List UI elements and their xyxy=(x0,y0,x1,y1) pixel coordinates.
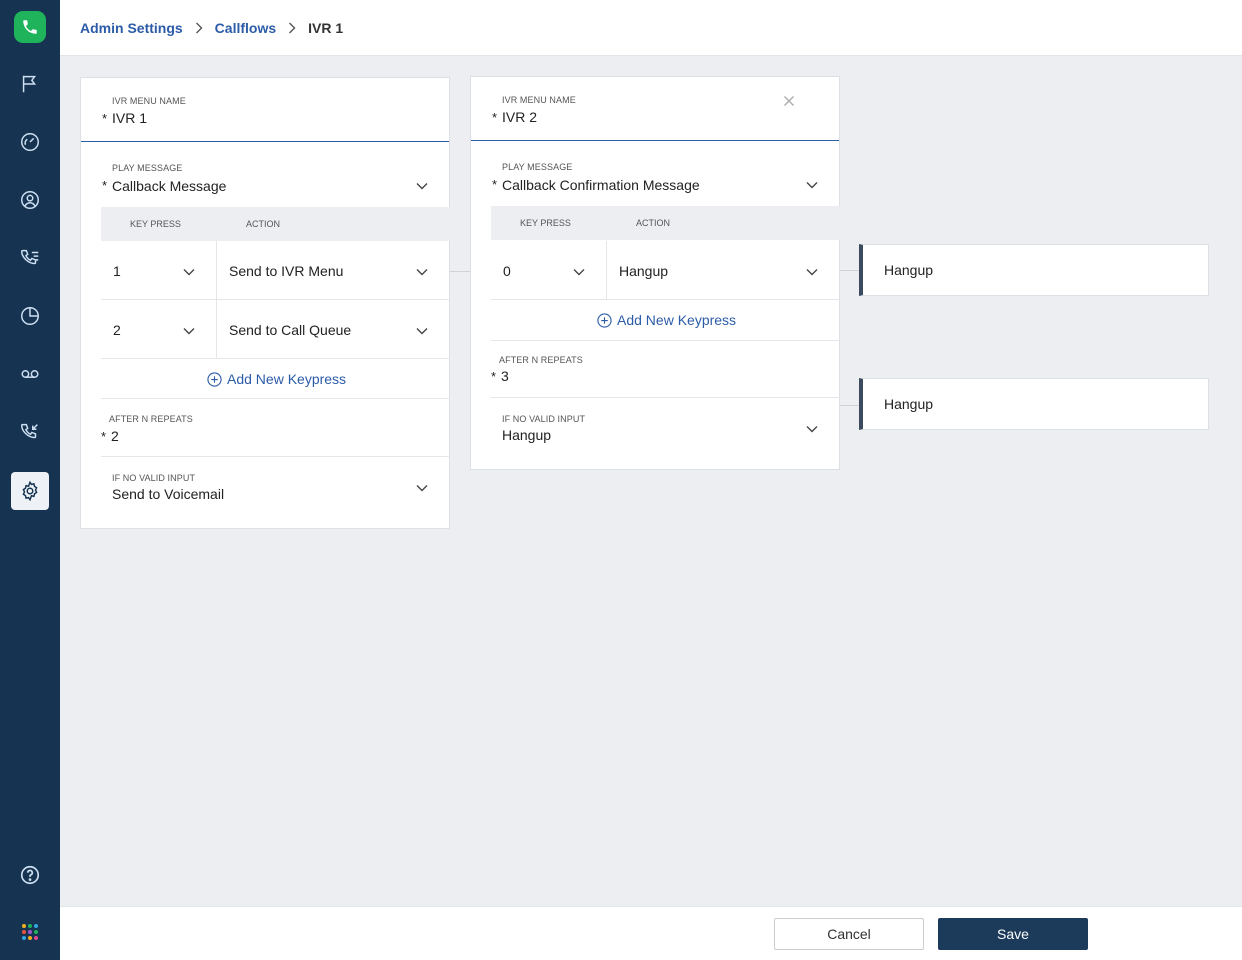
keypress-row: 1 Send to IVR Menu xyxy=(101,241,450,300)
connector-line xyxy=(840,405,860,406)
action-value: Send to IVR Menu xyxy=(229,263,344,279)
app-grid-icon[interactable] xyxy=(21,923,39,941)
add-keypress-button[interactable]: Add New Keypress xyxy=(597,312,736,328)
chevron-down-icon xyxy=(183,269,195,276)
col-key-press: KEY PRESS xyxy=(520,218,571,228)
plus-circle-icon xyxy=(597,312,612,328)
divider xyxy=(491,340,840,341)
field-label: AFTER N REPEATS xyxy=(499,355,583,365)
field-label: AFTER N REPEATS xyxy=(109,414,193,424)
key-value: 1 xyxy=(113,263,121,279)
required-mark: * xyxy=(102,178,108,193)
phone-incoming-icon[interactable] xyxy=(11,413,49,451)
sidebar xyxy=(0,0,60,960)
play-message-value: Callback Confirmation Message xyxy=(502,177,700,193)
user-circle-icon[interactable] xyxy=(11,181,49,219)
action-value: Send to Call Queue xyxy=(229,322,352,338)
breadcrumb-admin-settings[interactable]: Admin Settings xyxy=(80,20,183,36)
required-mark: * xyxy=(102,111,108,126)
repeats-value: 2 xyxy=(111,428,119,444)
call-list-icon[interactable] xyxy=(11,239,49,277)
close-icon[interactable] xyxy=(783,95,795,107)
col-action: ACTION xyxy=(246,219,281,229)
col-action: ACTION xyxy=(636,218,671,228)
keypress-table-header: KEY PRESS ACTION xyxy=(101,207,450,241)
col-key-press: KEY PRESS xyxy=(130,219,181,229)
chevron-down-icon xyxy=(416,485,428,492)
column-divider xyxy=(216,300,217,358)
breadcrumb-current: IVR 1 xyxy=(308,20,344,36)
connector-line xyxy=(450,271,470,272)
chevron-down-icon xyxy=(806,426,818,433)
footer-bar: Cancel Save xyxy=(60,906,1242,960)
chevron-down-icon xyxy=(806,182,818,189)
action-value: Hangup xyxy=(619,263,669,279)
play-message-value: Callback Message xyxy=(112,178,227,194)
divider xyxy=(101,398,450,399)
hangup-node[interactable]: Hangup xyxy=(859,378,1209,430)
add-keypress-button[interactable]: Add New Keypress xyxy=(207,371,346,387)
cancel-button[interactable]: Cancel xyxy=(774,918,924,950)
chevron-down-icon xyxy=(806,269,818,276)
node-label: Hangup xyxy=(884,262,934,278)
column-divider xyxy=(606,241,607,299)
top-bar: Admin Settings Callflows IVR 1 xyxy=(60,0,1242,56)
divider xyxy=(101,456,450,457)
breadcrumb-callflows[interactable]: Callflows xyxy=(215,20,276,36)
help-icon[interactable] xyxy=(11,856,49,894)
chevron-down-icon xyxy=(416,183,428,190)
breadcrumb: Admin Settings Callflows IVR 1 xyxy=(80,0,343,56)
plus-circle-icon xyxy=(207,371,222,387)
field-label: IVR MENU NAME xyxy=(502,95,576,105)
column-divider xyxy=(216,241,217,299)
field-label: PLAY MESSAGE xyxy=(112,163,183,173)
key-value: 0 xyxy=(503,263,511,279)
required-mark: * xyxy=(492,177,498,192)
no-valid-input-value: Hangup xyxy=(502,427,552,443)
chevron-right-icon xyxy=(288,22,296,34)
field-label: PLAY MESSAGE xyxy=(502,162,573,172)
no-valid-input-value: Send to Voicemail xyxy=(112,486,225,502)
ivr-menu-card-1: IVR MENU NAME * IVR 1 PLAY MESSAGE * Cal… xyxy=(80,77,450,529)
pie-chart-icon[interactable] xyxy=(11,297,49,335)
chevron-down-icon xyxy=(183,328,195,335)
add-keypress-label: Add New Keypress xyxy=(227,371,347,387)
required-mark: * xyxy=(491,369,497,384)
key-value: 2 xyxy=(113,322,121,338)
required-mark: * xyxy=(101,429,107,444)
ivr-menu-card-2: IVR MENU NAME * IVR 2 PLAY MESSAGE * Cal… xyxy=(470,76,840,470)
field-label: IVR MENU NAME xyxy=(112,96,186,106)
gear-icon[interactable] xyxy=(11,472,49,510)
divider xyxy=(491,397,840,398)
save-button[interactable]: Save xyxy=(938,918,1088,950)
add-keypress-label: Add New Keypress xyxy=(617,312,737,328)
ivr-name-value: IVR 1 xyxy=(112,110,148,126)
keypress-table-header: KEY PRESS ACTION xyxy=(491,206,840,240)
field-label: IF NO VALID INPUT xyxy=(112,473,196,483)
ivr-name-value: IVR 2 xyxy=(502,109,538,125)
connector-line xyxy=(840,270,860,271)
gauge-icon[interactable] xyxy=(11,123,49,161)
voicemail-icon[interactable] xyxy=(11,355,49,393)
node-label: Hangup xyxy=(884,396,934,412)
field-label: IF NO VALID INPUT xyxy=(502,414,586,424)
required-mark: * xyxy=(492,110,498,125)
ivr-name-field[interactable]: IVR MENU NAME * IVR 1 xyxy=(81,78,449,142)
flag-icon[interactable] xyxy=(11,65,49,103)
keypress-row: 0 Hangup xyxy=(491,241,840,300)
phone-logo-icon[interactable] xyxy=(14,11,46,43)
ivr-name-field[interactable]: IVR MENU NAME * IVR 2 xyxy=(471,77,839,141)
repeats-value: 3 xyxy=(501,368,509,384)
chevron-down-icon xyxy=(416,328,428,335)
hangup-node[interactable]: Hangup xyxy=(859,244,1209,296)
chevron-right-icon xyxy=(195,22,203,34)
keypress-row: 2 Send to Call Queue xyxy=(101,300,450,359)
chevron-down-icon xyxy=(573,269,585,276)
chevron-down-icon xyxy=(416,269,428,276)
